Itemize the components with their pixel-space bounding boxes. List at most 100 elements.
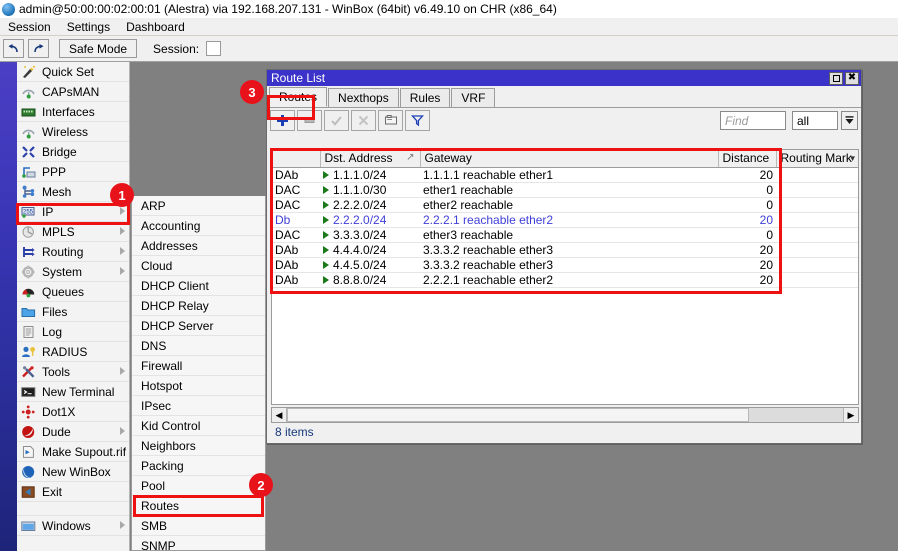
close-icon[interactable]: ✖ <box>845 72 859 85</box>
routing-icon <box>20 244 37 260</box>
submenu-item-cloud[interactable]: Cloud <box>132 256 265 276</box>
winbox-app: admin@50:00:00:02:00:01 (Alestra) via 19… <box>0 0 898 551</box>
ip-submenu: ARP Accounting Addresses Cloud DHCP Clie… <box>131 196 266 551</box>
sidebar-item-routing[interactable]: Routing <box>17 242 129 262</box>
minus-icon[interactable] <box>297 110 322 131</box>
sidebar-item-quick-set[interactable]: Quick Set <box>17 62 129 82</box>
chevron-right-icon <box>120 521 125 529</box>
sidebar-item-dot1x[interactable]: Dot1X <box>17 402 129 422</box>
submenu-item-pool[interactable]: Pool <box>132 476 265 496</box>
sidebar-item-bridge[interactable]: Bridge <box>17 142 129 162</box>
sidebar-item-queues[interactable]: Queues <box>17 282 129 302</box>
table-row[interactable]: DAb1.1.1.0/241.1.1.1 reachable ether120 <box>272 167 859 182</box>
menu-settings[interactable]: Settings <box>59 19 118 35</box>
sidebar-label: Wireless <box>42 125 88 139</box>
table-row[interactable]: Db2.2.2.0/242.2.2.1 reachable ether220 <box>272 212 859 227</box>
main-menubar: Session Settings Dashboard <box>0 18 898 36</box>
table-row[interactable]: DAC2.2.2.0/24ether2 reachable0 <box>272 197 859 212</box>
tools-icon <box>20 364 37 380</box>
column-header-gateway[interactable]: Gateway <box>420 150 718 167</box>
route-active-arrow-icon <box>323 231 329 239</box>
submenu-item-arp[interactable]: ARP <box>132 196 265 216</box>
search-input[interactable]: Find <box>720 111 786 130</box>
tab-routes[interactable]: Routes <box>269 87 327 107</box>
table-row[interactable]: DAC3.3.3.0/24ether3 reachable0 <box>272 227 859 242</box>
filter-select[interactable]: all <box>792 111 838 130</box>
submenu-item-firewall[interactable]: Firewall <box>132 356 265 376</box>
sidebar-item-capsman[interactable]: CAPsMAN <box>17 82 129 102</box>
chevron-right-icon <box>120 247 125 255</box>
scrollbar-track[interactable] <box>749 408 843 422</box>
plus-icon[interactable] <box>270 110 295 131</box>
sidebar-item-mpls[interactable]: MPLS <box>17 222 129 242</box>
sidebar-item-wireless[interactable]: Wireless <box>17 122 129 142</box>
routes-table-container: Dst. Address ↗ Gateway Distance Routing … <box>271 149 859 405</box>
horizontal-scrollbar[interactable]: ◀ ▶ <box>271 407 859 423</box>
sidebar-item-tools[interactable]: Tools <box>17 362 129 382</box>
table-row[interactable]: DAC1.1.1.0/30ether1 reachable0 <box>272 182 859 197</box>
sidebar-item-dude[interactable]: Dude <box>17 422 129 442</box>
column-header-flags[interactable] <box>272 150 320 167</box>
submenu-item-snmp[interactable]: SNMP <box>132 536 265 551</box>
scrollbar-thumb[interactable] <box>287 408 749 422</box>
submenu-item-kid-control[interactable]: Kid Control <box>132 416 265 436</box>
submenu-item-accounting[interactable]: Accounting <box>132 216 265 236</box>
chevron-down-icon[interactable]: ▼ <box>849 154 857 163</box>
sidebar-item-system[interactable]: System <box>17 262 129 282</box>
tab-rules[interactable]: Rules <box>400 88 451 107</box>
cell-distance: 20 <box>718 242 776 257</box>
sidebar-item-make-supout[interactable]: Make Supout.rif <box>17 442 129 462</box>
submenu-item-routes[interactable]: Routes <box>132 496 265 516</box>
table-row[interactable]: DAb4.4.5.0/243.3.3.2 reachable ether320 <box>272 257 859 272</box>
ppp-icon <box>20 164 37 180</box>
sidebar-item-log[interactable]: Log <box>17 322 129 342</box>
arrow-right-icon[interactable]: ▶ <box>843 408 858 422</box>
column-header-distance[interactable]: Distance <box>718 150 776 167</box>
column-header-dst-address[interactable]: Dst. Address ↗ <box>320 150 420 167</box>
submenu-item-dhcp-relay[interactable]: DHCP Relay <box>132 296 265 316</box>
submenu-item-neighbors[interactable]: Neighbors <box>132 436 265 456</box>
sidebar-item-ppp[interactable]: PPP <box>17 162 129 182</box>
menu-dashboard[interactable]: Dashboard <box>118 19 193 35</box>
sidebar-item-files[interactable]: Files <box>17 302 129 322</box>
submenu-item-hotspot[interactable]: Hotspot <box>132 376 265 396</box>
submenu-item-smb[interactable]: SMB <box>132 516 265 536</box>
submenu-item-packing[interactable]: Packing <box>132 456 265 476</box>
route-list-tabs: Routes Nexthops Rules VRF <box>267 86 861 108</box>
safe-mode-button[interactable]: Safe Mode <box>59 39 137 58</box>
submenu-item-ipsec[interactable]: IPsec <box>132 396 265 416</box>
table-row[interactable]: DAb8.8.8.0/242.2.2.1 reachable ether220 <box>272 272 859 287</box>
sidebar-item-new-winbox[interactable]: New WinBox <box>17 462 129 482</box>
submenu-item-dhcp-client[interactable]: DHCP Client <box>132 276 265 296</box>
sidebar-label: Tools <box>42 365 70 379</box>
arrow-left-icon[interactable]: ◀ <box>272 408 287 422</box>
route-active-arrow-icon <box>323 246 329 254</box>
cell-distance: 0 <box>718 197 776 212</box>
tab-vrf[interactable]: VRF <box>451 88 495 107</box>
column-header-routing-mark[interactable]: Routing Mark ▼ <box>776 150 859 167</box>
sidebar-item-interfaces[interactable]: Interfaces <box>17 102 129 122</box>
sidebar-item-radius[interactable]: RADIUS <box>17 342 129 362</box>
sidebar-item-new-terminal[interactable]: New Terminal <box>17 382 129 402</box>
submenu-item-dns[interactable]: DNS <box>132 336 265 356</box>
comment-icon[interactable] <box>378 110 403 131</box>
window-title: admin@50:00:00:02:00:01 (Alestra) via 19… <box>19 2 557 16</box>
chevron-down-icon[interactable] <box>841 111 858 130</box>
submenu-item-addresses[interactable]: Addresses <box>132 236 265 256</box>
undo-icon[interactable] <box>3 39 24 58</box>
sidebar-item-ip[interactable]: 255 IP <box>17 202 129 222</box>
cross-icon[interactable] <box>351 110 376 131</box>
table-row[interactable]: DAb4.4.4.0/243.3.3.2 reachable ether320 <box>272 242 859 257</box>
menu-session[interactable]: Session <box>0 19 59 35</box>
check-icon[interactable] <box>324 110 349 131</box>
sidebar-separator <box>17 502 129 516</box>
redo-icon[interactable] <box>28 39 49 58</box>
session-input[interactable] <box>206 41 221 56</box>
submenu-item-dhcp-server[interactable]: DHCP Server <box>132 316 265 336</box>
cell-gateway: ether2 reachable <box>420 197 718 212</box>
sidebar-item-windows[interactable]: Windows <box>17 516 129 536</box>
tab-nexthops[interactable]: Nexthops <box>328 88 399 107</box>
maximize-icon[interactable] <box>829 72 843 85</box>
filter-icon[interactable] <box>405 110 430 131</box>
sidebar-item-exit[interactable]: Exit <box>17 482 129 502</box>
